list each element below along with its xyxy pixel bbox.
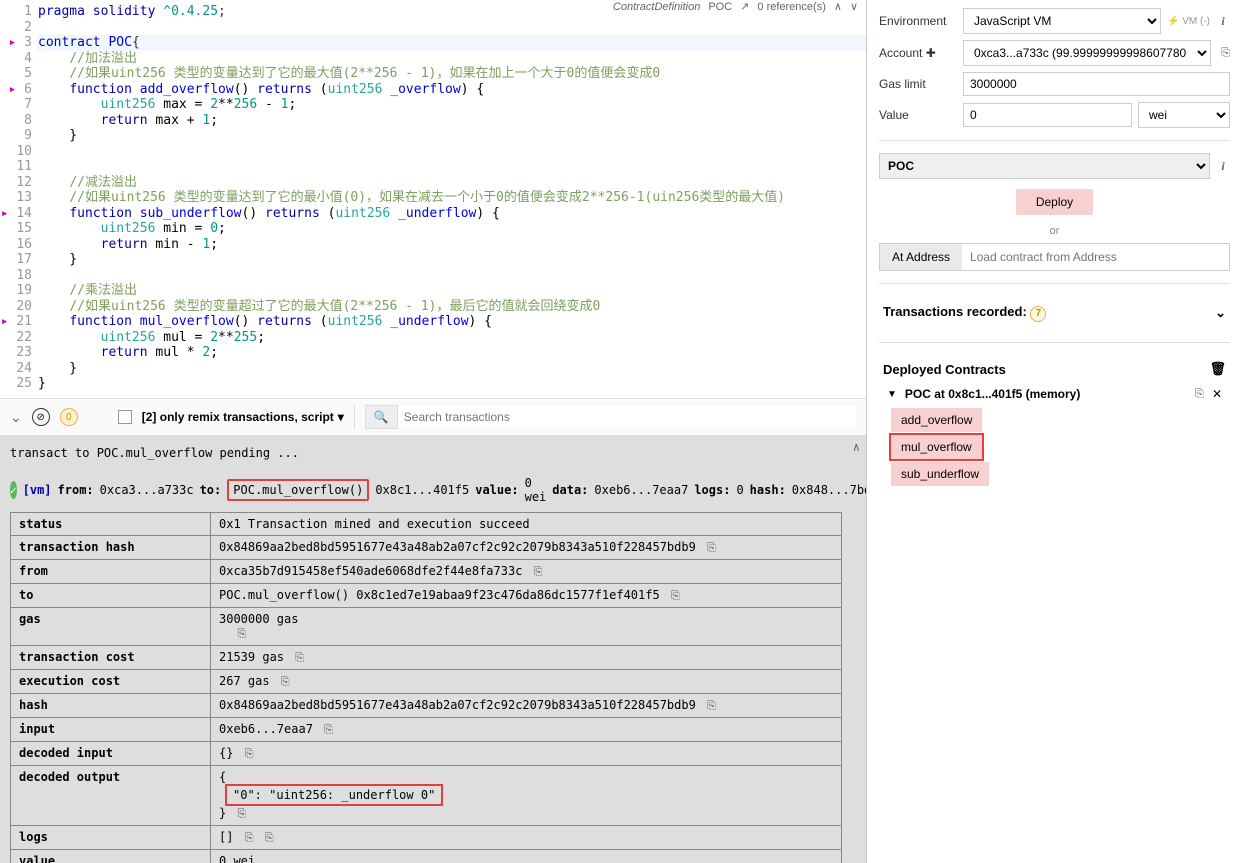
run-panel: Environment JavaScript VM ⚡ VM (-) i Acc…	[867, 0, 1242, 863]
pending-text: transact to POC.mul_overflow pending ...	[10, 446, 856, 460]
copy-icon[interactable]: ⎘	[1221, 47, 1230, 60]
code-editor[interactable]: ContractDefinition POC ↗ 0 reference(s) …	[0, 0, 866, 398]
value-unit-select[interactable]: wei	[1138, 102, 1230, 128]
value-input[interactable]	[963, 103, 1132, 127]
table-key: value	[11, 850, 211, 863]
contract-select[interactable]: POC	[879, 153, 1210, 179]
env-label: Environment	[879, 14, 957, 28]
table-value: {} ⎘	[211, 742, 842, 766]
or-text: or	[879, 225, 1230, 237]
terminal-toolbar: ⌄ ⊘ 0 [2] only remix transactions, scrip…	[0, 398, 866, 436]
chevron-up-icon[interactable]: ∧	[834, 0, 842, 13]
breadcrumb: ContractDefinition POC ↗ 0 reference(s) …	[613, 0, 858, 13]
info-icon[interactable]: i	[1216, 14, 1230, 29]
transaction-summary[interactable]: ✓ [vm] from:0xca3...a733c to: POC.mul_ov…	[10, 476, 856, 504]
table-value: 0x1 Transaction mined and execution succ…	[211, 513, 842, 536]
table-key: status	[11, 513, 211, 536]
clear-icon[interactable]: ⊘	[32, 408, 50, 426]
table-key: logs	[11, 826, 211, 850]
gas-limit-input[interactable]	[963, 72, 1230, 96]
table-value: 0xeb6...7eaa7 ⎘	[211, 718, 842, 742]
table-key: transaction cost	[11, 646, 211, 670]
table-key: from	[11, 560, 211, 584]
transactions-recorded[interactable]: Transactions recorded: 7 ⌄	[879, 296, 1230, 330]
environment-select[interactable]: JavaScript VM	[963, 8, 1161, 34]
scroll-up-icon[interactable]: ∧	[853, 440, 860, 454]
plus-icon[interactable]: ✚	[926, 46, 936, 60]
highlighted-call: POC.mul_overflow()	[227, 479, 369, 501]
info-icon[interactable]: i	[1216, 159, 1230, 174]
console[interactable]: ∧ transact to POC.mul_overflow pending .…	[0, 436, 866, 863]
search-icon: 🔍	[365, 405, 398, 429]
at-address-input[interactable]	[962, 244, 1229, 270]
table-key: decoded input	[11, 742, 211, 766]
contract-instance[interactable]: ▼ POC at 0x8c1...401f5 (memory) ⎘ ✕	[879, 383, 1230, 405]
function-button-add_overflow[interactable]: add_overflow	[891, 408, 982, 432]
share-icon[interactable]: ↗	[740, 0, 749, 13]
table-value: 267 gas ⎘	[211, 670, 842, 694]
value-label: Value	[879, 108, 957, 122]
table-key: execution cost	[11, 670, 211, 694]
table-value: 0x84869aa2bed8bd5951677e43a48ab2a07cf2c9…	[211, 694, 842, 718]
table-value: 21539 gas ⎘	[211, 646, 842, 670]
table-value: {"0": "uint256: _underflow 0"} ⎘	[211, 766, 842, 826]
table-value: 3000000 gas ⎘	[211, 608, 842, 646]
search-input[interactable]	[398, 406, 856, 428]
table-key: input	[11, 718, 211, 742]
table-key: to	[11, 584, 211, 608]
table-value: 0 wei ⎘	[211, 850, 842, 863]
expand-icon[interactable]: ▼	[887, 389, 897, 400]
gas-label: Gas limit	[879, 77, 957, 91]
account-select[interactable]: 0xca3...a733c (99.99999999998607780	[963, 40, 1211, 66]
vm-badge: ⚡ VM (-)	[1167, 16, 1210, 27]
chevron-down-icon[interactable]: ⌄	[1215, 305, 1226, 321]
table-key: decoded output	[11, 766, 211, 826]
table-key: gas	[11, 608, 211, 646]
table-value: POC.mul_overflow() 0x8c1ed7e19abaa9f23c4…	[211, 584, 842, 608]
table-value: 0xca35b7d915458ef540ade6068dfe2f44e8fa73…	[211, 560, 842, 584]
table-key: hash	[11, 694, 211, 718]
close-icon[interactable]: ✕	[1212, 387, 1222, 401]
at-address-button[interactable]: At Address	[880, 244, 962, 270]
deployed-contracts-header: Deployed Contracts	[883, 362, 1006, 377]
check-icon: ✓	[10, 481, 17, 499]
function-button-mul_overflow[interactable]: mul_overflow	[891, 435, 982, 459]
table-key: transaction hash	[11, 536, 211, 560]
deploy-button[interactable]: Deploy	[1016, 189, 1093, 215]
table-value: [] ⎘ ⎘	[211, 826, 842, 850]
tx-filter-dropdown[interactable]: [2] only remix transactions, script ▾	[142, 410, 344, 424]
copy-icon[interactable]: ⎘	[1195, 388, 1204, 401]
transaction-details-table: status0x1 Transaction mined and executio…	[10, 512, 842, 863]
listen-checkbox[interactable]	[118, 410, 132, 424]
chevron-down-icon[interactable]: ⌄	[10, 409, 22, 426]
chevron-down-icon[interactable]: ∨	[850, 0, 858, 13]
table-value: 0x84869aa2bed8bd5951677e43a48ab2a07cf2c9…	[211, 536, 842, 560]
function-button-sub_underflow[interactable]: sub_underflow	[891, 462, 989, 486]
trash-icon[interactable]: 🗑	[1209, 361, 1226, 377]
pending-badge: 0	[60, 408, 78, 426]
